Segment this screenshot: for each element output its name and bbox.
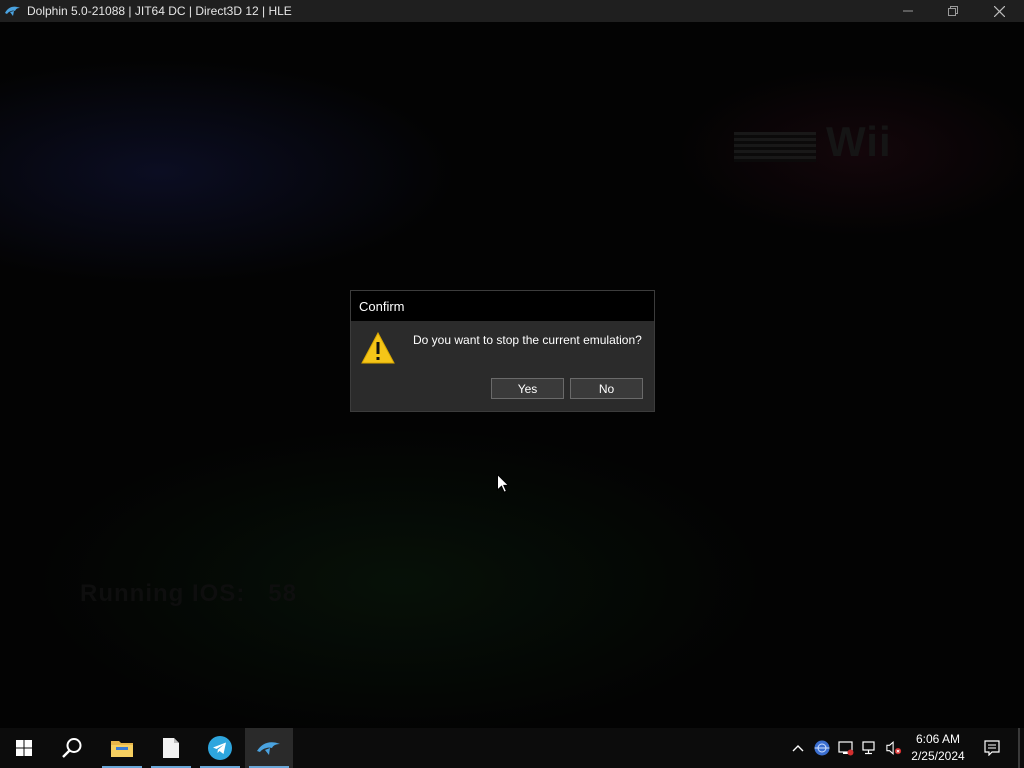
network-icon xyxy=(862,741,875,755)
wii-logo-stripes xyxy=(734,132,816,162)
clock-time: 6:06 AM xyxy=(915,732,961,746)
taskbar-notepad[interactable] xyxy=(147,728,195,768)
restore-button[interactable] xyxy=(930,0,976,22)
globe-icon xyxy=(814,740,830,756)
taskbar-file-explorer[interactable] xyxy=(98,728,146,768)
chevron-up-icon xyxy=(792,745,804,752)
warning-icon xyxy=(361,331,395,369)
file-explorer-icon xyxy=(111,741,133,757)
close-icon xyxy=(993,5,1005,17)
clock-date: 2/25/2024 xyxy=(911,749,965,763)
running-ios-text: Running IOS: 58 xyxy=(80,580,298,607)
wii-logo: Wii xyxy=(826,118,892,165)
show-hidden-icons-button[interactable] xyxy=(790,740,806,756)
confirm-dialog: Confirm Do you want to stop the current … xyxy=(350,290,655,412)
notepad-icon xyxy=(163,738,179,758)
notification-icon xyxy=(984,740,1000,756)
start-button[interactable] xyxy=(0,728,48,768)
dialog-titlebar[interactable]: Confirm xyxy=(351,291,654,321)
no-button[interactable]: No xyxy=(570,378,643,399)
close-button[interactable] xyxy=(976,0,1022,22)
volume-muted-icon xyxy=(886,741,902,755)
tray-network[interactable] xyxy=(862,740,878,756)
search-icon xyxy=(62,738,82,758)
taskbar-dolphin[interactable] xyxy=(245,728,293,768)
dialog-title: Confirm xyxy=(359,298,405,314)
taskbar-clock[interactable]: 6:06 AM 2/25/2024 xyxy=(906,731,970,765)
restore-icon xyxy=(948,6,958,16)
monitor-warning-icon xyxy=(838,741,854,756)
dialog-message: Do you want to stop the current emulatio… xyxy=(413,333,642,347)
tray-volume[interactable] xyxy=(886,740,902,756)
tray-security[interactable] xyxy=(838,740,854,756)
window-title: Dolphin 5.0-21088 | JIT64 DC | Direct3D … xyxy=(27,4,292,18)
dialog-body: Do you want to stop the current emulatio… xyxy=(351,321,654,411)
search-button[interactable] xyxy=(48,728,96,768)
telegram-icon xyxy=(208,736,232,760)
mouse-cursor-icon xyxy=(497,473,510,498)
tray-app[interactable] xyxy=(814,740,830,756)
taskbar: 6:06 AM 2/25/2024 xyxy=(0,728,1024,768)
taskbar-telegram[interactable] xyxy=(196,728,244,768)
dolphin-icon xyxy=(257,742,280,755)
minimize-button[interactable] xyxy=(885,0,931,22)
yes-button[interactable]: Yes xyxy=(491,378,564,399)
minimize-icon xyxy=(903,10,913,12)
start-icon xyxy=(16,740,32,756)
action-center-button[interactable] xyxy=(980,728,1004,768)
dolphin-icon xyxy=(4,4,22,18)
window-titlebar[interactable]: Dolphin 5.0-21088 | JIT64 DC | Direct3D … xyxy=(0,0,1024,22)
show-desktop-button[interactable] xyxy=(1018,728,1020,768)
